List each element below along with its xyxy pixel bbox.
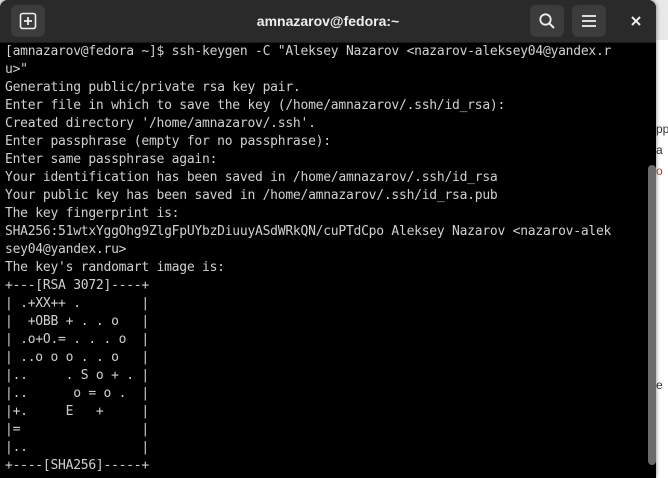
terminal-line: Generating public/private rsa key pair. [5,80,301,95]
menu-button[interactable] [572,5,606,37]
background-window-strip: pp a o e [654,40,668,478]
new-tab-button[interactable] [11,5,45,37]
terminal-line: Your identification has been saved in /h… [5,170,498,185]
terminal-line: |.. . S o + . | [5,368,149,383]
background-text-fragment: o [656,164,663,178]
terminal-line: | .+XX++ . | [5,296,149,311]
terminal-line: Enter passphrase (empty for no passphras… [5,134,331,149]
terminal-line: u>" [5,62,28,77]
terminal-line: Created directory '/home/amnazarov/.ssh'… [5,116,316,131]
terminal-scrollbar[interactable] [648,165,656,465]
background-text-fragment: e [656,378,663,392]
search-button[interactable] [530,5,564,37]
terminal-line: +---[RSA 3072]----+ [5,278,149,293]
terminal-line: The key's randomart image is: [5,260,225,275]
background-text-fragment: a [656,143,663,157]
search-icon [539,13,555,29]
terminal-line: | +OBB + . . o | [5,314,149,329]
close-icon [631,16,641,26]
terminal-line: Enter file in which to save the key (/ho… [5,98,506,113]
terminal-line: |= | [5,422,149,437]
close-button[interactable] [619,5,653,37]
terminal-line: | ..o o o . . o | [5,350,149,365]
title-bar: amnazarov@fedora:~ [0,0,656,43]
terminal-line: The key fingerprint is: [5,206,180,221]
terminal-line: |.. | [5,440,149,455]
terminal-line: Enter same passphrase again: [5,152,218,167]
terminal-line: [amnazarov@fedora ~]$ ssh-keygen -C "Ale… [5,44,612,59]
terminal-window: amnazarov@fedora:~ [amnazarov@fedora ~]$… [0,0,656,478]
terminal-line: |+. E + | [5,404,149,419]
terminal-line: +----[SHA256]-----+ [5,458,149,473]
hamburger-menu-icon [582,15,596,27]
terminal-line: |.. o = o . | [5,386,149,401]
terminal-output[interactable]: [amnazarov@fedora ~]$ ssh-keygen -C "Ale… [5,43,647,478]
background-text-fragment: pp [656,122,668,136]
terminal-line: | .o+O.= . . . o | [5,332,149,347]
terminal-line: SHA256:51wtxYggOhg9ZlgFpUYbzDiuuyASdWRkQ… [5,224,612,239]
window-title: amnazarov@fedora:~ [256,13,400,29]
terminal-line: sey04@yandex.ru> [5,242,127,257]
terminal-line: Your public key has been saved in /home/… [5,188,498,203]
new-tab-icon [19,12,37,30]
